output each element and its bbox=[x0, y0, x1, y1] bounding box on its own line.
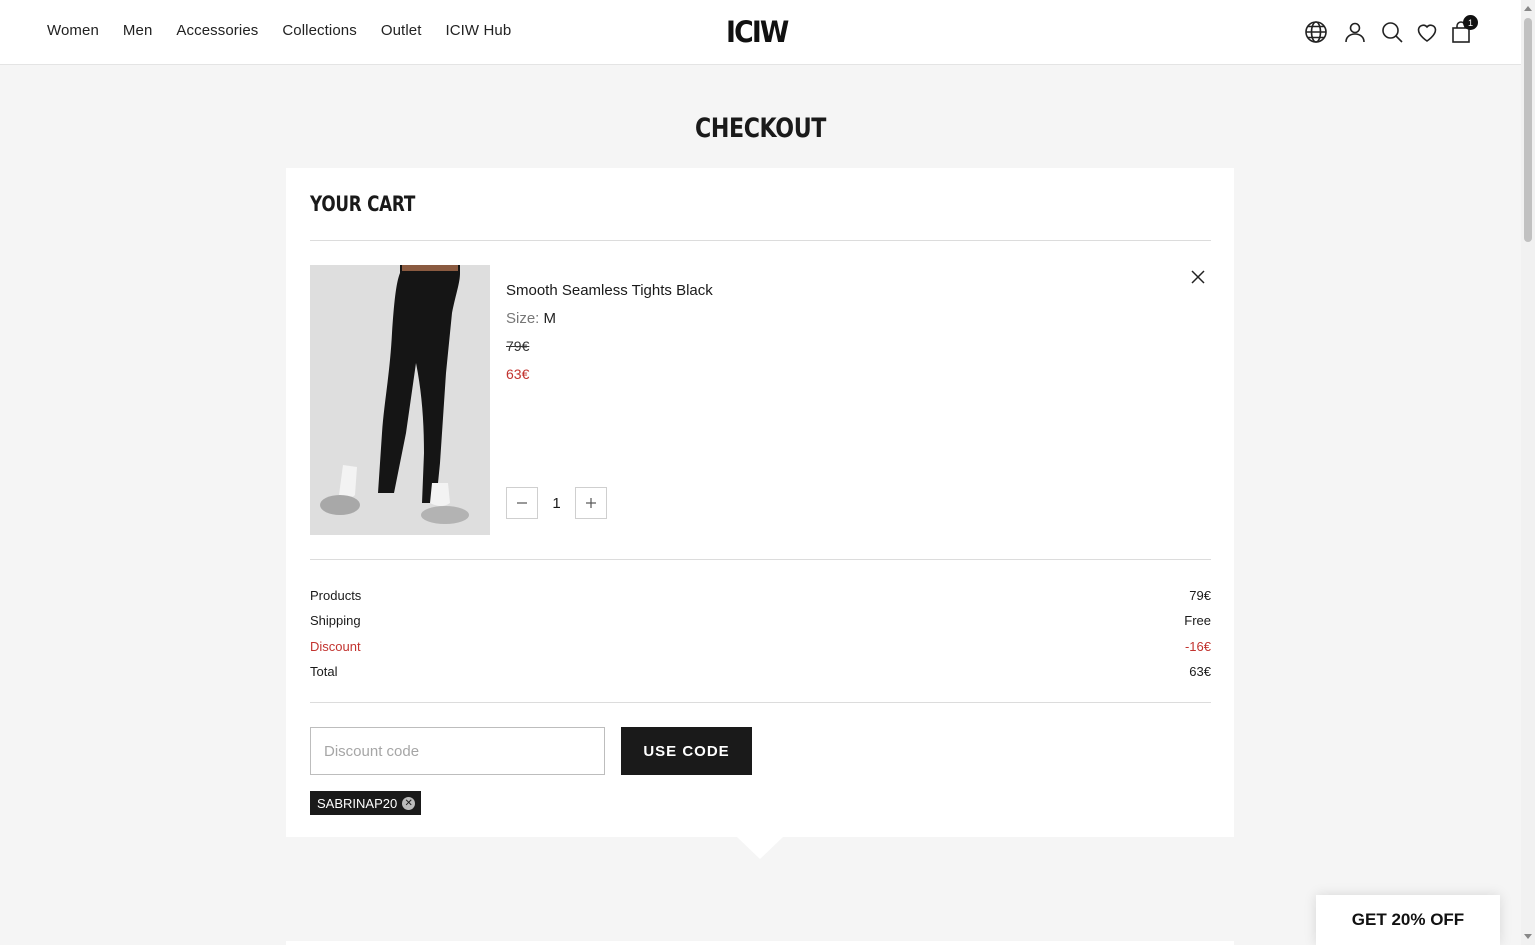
size-value: M bbox=[543, 310, 557, 327]
summary-row-discount: Discount -16€ bbox=[310, 634, 1211, 659]
divider bbox=[310, 702, 1211, 703]
globe-icon[interactable] bbox=[1302, 18, 1330, 46]
scroll-down-arrow-icon[interactable] bbox=[1524, 934, 1532, 939]
products-value: 79€ bbox=[1189, 588, 1211, 604]
applied-code-text: SABRINAP20 bbox=[317, 795, 398, 811]
promo-popup-button[interactable]: GET 20% OFF bbox=[1316, 895, 1500, 945]
site-header: Women Men Accessories Collections Outlet… bbox=[0, 0, 1521, 65]
divider bbox=[310, 240, 1211, 241]
scroll-up-arrow-icon[interactable] bbox=[1524, 6, 1532, 11]
next-section bbox=[286, 941, 1234, 945]
product-image[interactable] bbox=[310, 265, 490, 535]
nav-item-iciw-hub[interactable]: ICIW Hub bbox=[445, 22, 511, 39]
discount-code-input[interactable] bbox=[310, 727, 605, 775]
nav-item-men[interactable]: Men bbox=[123, 22, 152, 39]
shipping-value: Free bbox=[1184, 613, 1211, 629]
cart-count-badge: 1 bbox=[1463, 15, 1478, 30]
nav-item-outlet[interactable]: Outlet bbox=[381, 22, 422, 39]
cart-panel: YOUR CART Smooth Seamless Tights Black S… bbox=[286, 168, 1234, 837]
account-icon[interactable] bbox=[1341, 18, 1369, 46]
cart-title: YOUR CART bbox=[310, 192, 416, 216]
quantity-increase-button[interactable] bbox=[575, 487, 607, 519]
cart-icon[interactable]: 1 bbox=[1447, 15, 1478, 46]
plus-icon bbox=[586, 498, 596, 508]
remove-code-close-icon[interactable]: ✕ bbox=[402, 796, 416, 810]
size-label: Size: bbox=[506, 310, 540, 327]
nav-item-accessories[interactable]: Accessories bbox=[176, 22, 258, 39]
summary-row-total: Total 63€ bbox=[310, 659, 1211, 684]
quantity-decrease-button[interactable] bbox=[506, 487, 538, 519]
use-code-button[interactable]: USE CODE bbox=[621, 727, 752, 775]
heart-icon[interactable] bbox=[1413, 18, 1441, 46]
nav-item-collections[interactable]: Collections bbox=[282, 22, 356, 39]
product-size: Size: M bbox=[506, 310, 556, 327]
brand-logo[interactable]: ICIW bbox=[726, 15, 789, 49]
order-summary: Products 79€ Shipping Free Discount -16€… bbox=[310, 583, 1211, 684]
shipping-label: Shipping bbox=[310, 613, 361, 629]
nav-item-women[interactable]: Women bbox=[47, 22, 99, 39]
summary-row-products: Products 79€ bbox=[310, 583, 1211, 608]
discount-label: Discount bbox=[310, 638, 361, 654]
main-nav: Women Men Accessories Collections Outlet… bbox=[47, 22, 535, 39]
discount-value: -16€ bbox=[1184, 638, 1211, 654]
product-name[interactable]: Smooth Seamless Tights Black bbox=[506, 282, 713, 299]
header-icons: 1 bbox=[1302, 15, 1478, 46]
applied-discount-tag: SABRINAP20 ✕ bbox=[310, 791, 422, 815]
sale-price: 63€ bbox=[506, 366, 530, 382]
summary-row-shipping: Shipping Free bbox=[310, 608, 1211, 633]
quantity-stepper: 1 bbox=[506, 487, 607, 519]
total-label: Total bbox=[310, 664, 338, 680]
minus-icon bbox=[517, 502, 527, 504]
panel-pointer bbox=[737, 837, 783, 859]
page-title: CHECKOUT bbox=[695, 113, 826, 144]
search-icon[interactable] bbox=[1378, 18, 1406, 46]
original-price: 79€ bbox=[506, 338, 530, 354]
scroll-thumb[interactable] bbox=[1524, 18, 1532, 242]
quantity-value: 1 bbox=[552, 494, 561, 512]
total-value: 63€ bbox=[1189, 664, 1211, 680]
remove-item-close-icon[interactable] bbox=[1188, 267, 1208, 287]
page-scrollbar[interactable] bbox=[1521, 0, 1535, 945]
divider bbox=[310, 559, 1211, 560]
products-label: Products bbox=[310, 588, 362, 604]
